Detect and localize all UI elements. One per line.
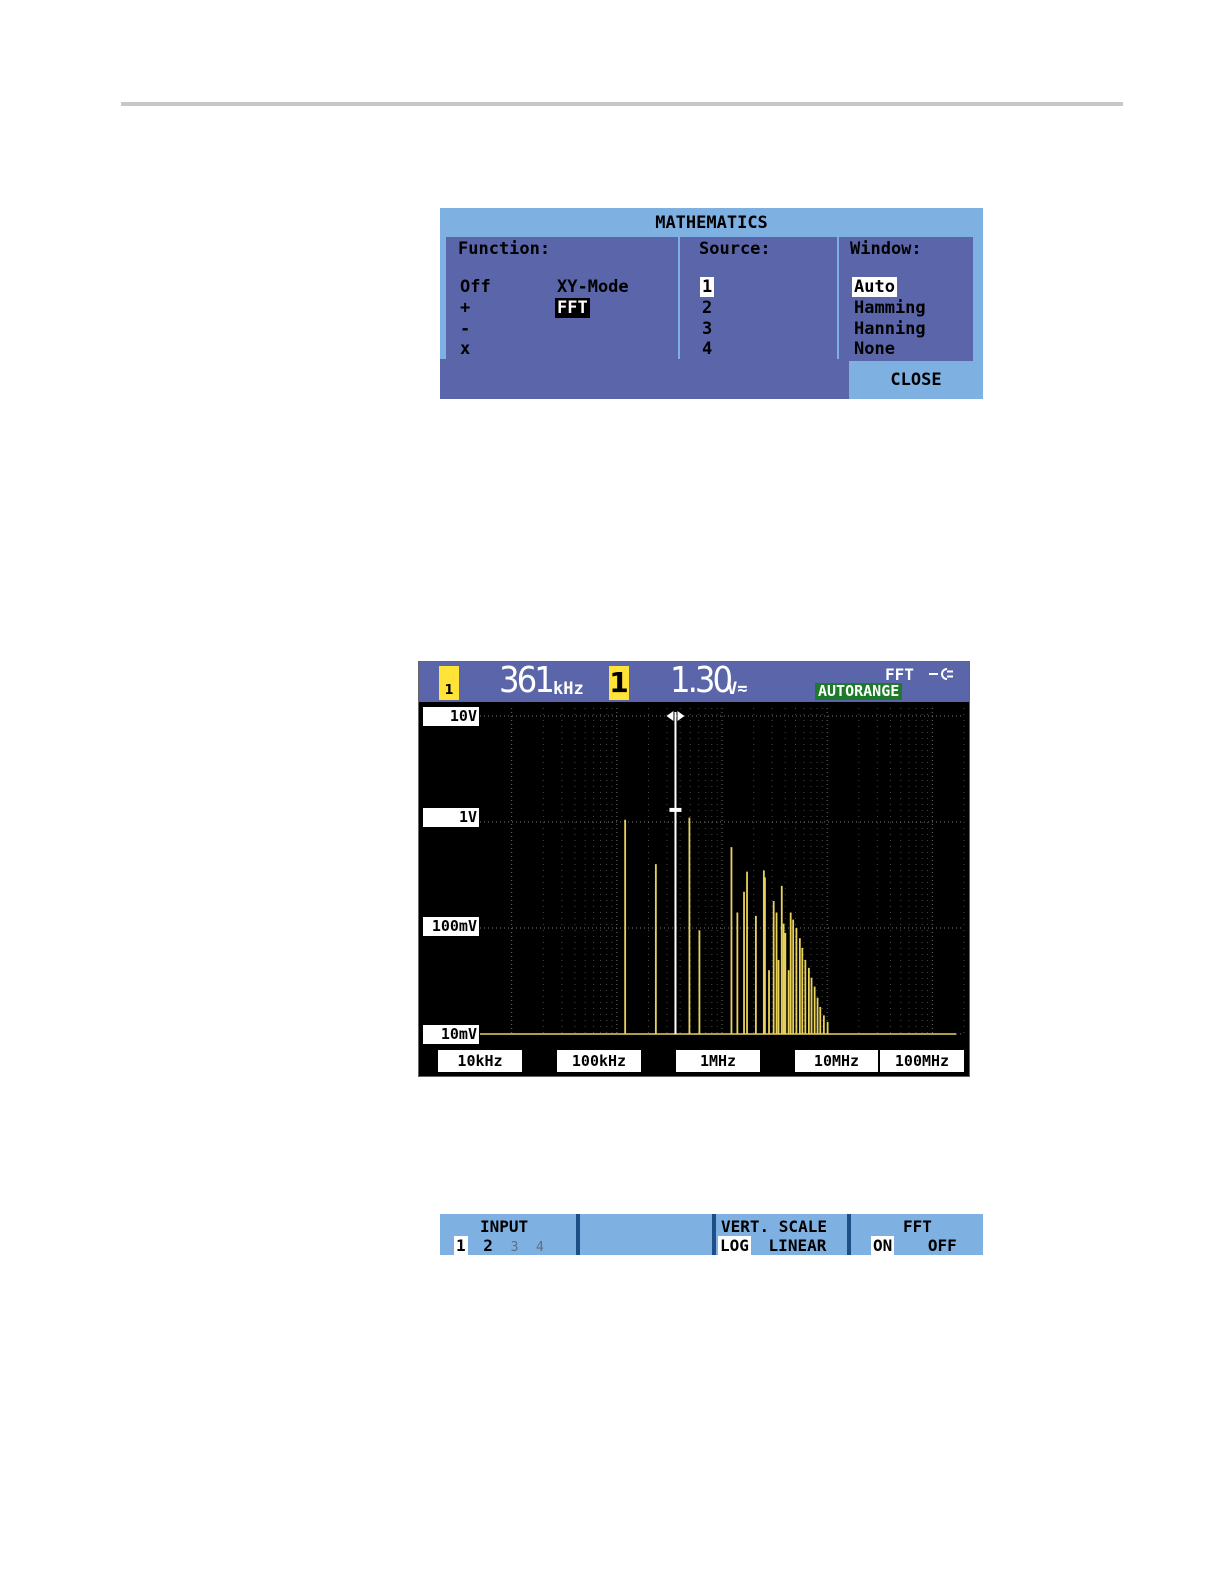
amplitude-reading: 1.30 xyxy=(670,660,733,701)
frequency-unit: kHz xyxy=(553,679,584,699)
x-label-10khz: 10kHz xyxy=(438,1050,522,1072)
function-option-multiply[interactable]: x xyxy=(458,339,472,359)
fft-softkey[interactable]: FFT ON OFF xyxy=(851,1214,983,1255)
cursor-level-marker xyxy=(669,807,682,812)
function-option-add[interactable]: + xyxy=(458,298,472,318)
function-option-xy-mode[interactable]: XY-Mode xyxy=(555,277,631,297)
vert-scale-softkey[interactable]: VERT. SCALE LOG LINEAR xyxy=(716,1214,847,1255)
page-header-rule xyxy=(121,102,1123,106)
source-option-3[interactable]: 3 xyxy=(700,319,714,339)
input-option-1[interactable]: 1 xyxy=(454,1236,468,1255)
input-option-3[interactable]: 3 xyxy=(511,1240,519,1255)
frequency-reading: 361 xyxy=(499,660,555,701)
close-button[interactable]: CLOSE xyxy=(849,359,983,399)
input-label: INPUT xyxy=(480,1217,529,1236)
window-option-auto[interactable]: Auto xyxy=(852,277,897,297)
amplitude-unit: V≂ xyxy=(727,679,748,699)
source-option-4[interactable]: 4 xyxy=(700,339,714,359)
x-label-100khz: 100kHz xyxy=(557,1050,641,1072)
vert-scale-label: VERT. SCALE xyxy=(721,1217,827,1236)
source-option-2[interactable]: 2 xyxy=(700,298,714,318)
window-header: Window: xyxy=(850,239,922,259)
window-option-none[interactable]: None xyxy=(852,339,897,359)
menu-body: Function: Off + - x XY-Mode FFT Source: … xyxy=(446,237,973,361)
function-option-subtract[interactable]: - xyxy=(458,319,472,339)
vert-scale-log-option[interactable]: LOG xyxy=(718,1236,751,1255)
fft-on-option[interactable]: ON xyxy=(871,1236,895,1255)
x-label-100mhz: 100MHz xyxy=(880,1050,964,1072)
vert-scale-linear-option[interactable]: LINEAR xyxy=(769,1236,827,1255)
channel-1-tag-amplitude: 1 xyxy=(609,666,629,700)
y-label-10mv: 10mV xyxy=(423,1025,479,1044)
x-label-1mhz: 1MHz xyxy=(676,1050,760,1072)
channel-1-tag-freq: 1 xyxy=(439,666,459,700)
mathematics-menu: MATHEMATICS Function: Off + - x XY-Mode … xyxy=(440,208,983,399)
x-label-10mhz: 10MHz xyxy=(795,1050,878,1072)
fft-scope-screen: 1 361 kHz 1 1.30 V≂ FFT AUTORANGE 10V 1V… xyxy=(418,660,970,1077)
window-option-hamming[interactable]: Hamming xyxy=(852,298,928,318)
y-label-100mv: 100mV xyxy=(423,917,479,936)
source-option-1[interactable]: 1 xyxy=(700,277,715,297)
input-option-4[interactable]: 4 xyxy=(536,1240,544,1255)
input-option-2[interactable]: 2 xyxy=(483,1236,493,1255)
y-label-10v: 10V xyxy=(423,707,479,726)
window-column: Window: Auto Hamming Hanning None xyxy=(839,237,973,361)
empty-softkey[interactable] xyxy=(580,1214,712,1255)
source-header: Source: xyxy=(699,239,771,259)
function-option-off[interactable]: Off xyxy=(458,277,493,297)
input-softkey[interactable]: INPUT 1 2 3 4 xyxy=(440,1214,576,1255)
window-option-hanning[interactable]: Hanning xyxy=(852,319,928,339)
menu-title: MATHEMATICS xyxy=(655,213,768,233)
fft-off-option[interactable]: OFF xyxy=(928,1236,957,1255)
mains-plug-icon xyxy=(929,668,953,680)
autorange-badge: AUTORANGE xyxy=(815,683,903,700)
spectrum-plot: 10V 1V 100mV 10mV 10kHz 100kHz 1MHz 10MH… xyxy=(419,702,969,1076)
cursor-right-arrow-icon xyxy=(677,711,685,721)
reading-header: 1 361 kHz 1 1.30 V≂ FFT AUTORANGE xyxy=(419,660,969,702)
function-column: Function: Off + - x XY-Mode FFT xyxy=(446,237,680,361)
spectrum-svg xyxy=(480,708,965,1035)
source-column: Source: 1 2 3 4 xyxy=(680,237,839,361)
function-header: Function: xyxy=(458,239,551,259)
function-option-fft[interactable]: FFT xyxy=(555,298,590,318)
menu-footer-bar xyxy=(440,359,849,399)
fft-softkey-label: FFT xyxy=(903,1217,932,1236)
cursor-left-arrow-icon xyxy=(666,711,674,721)
softkey-bar: INPUT 1 2 3 4 VERT. SCALE LOG LINEAR FFT… xyxy=(440,1214,983,1255)
y-label-1v: 1V xyxy=(423,808,479,827)
